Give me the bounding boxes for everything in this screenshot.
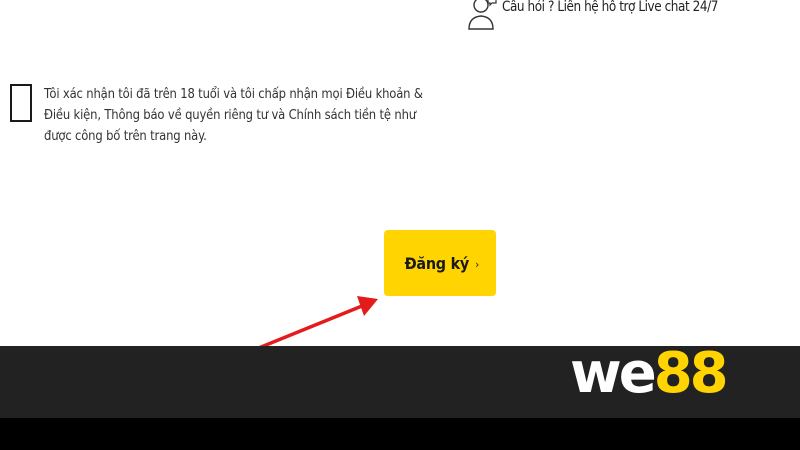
we88-logo: we88 [570,341,729,406]
terms-checkbox[interactable] [10,84,32,122]
chevron-right-icon: › [475,258,480,271]
logo-we-text: we [570,341,657,406]
register-button[interactable]: Đăng ký › [384,230,496,296]
support-link[interactable]: Câu hỏi ? Liên hệ hỗ trợ Live chat 24/7 [464,0,753,31]
register-label: Đăng ký [404,253,469,273]
terms-text: Tôi xác nhận tôi đã trên 18 tuổi và tôi … [44,86,423,144]
support-text: Câu hỏi ? Liên hệ hỗ trợ Live chat 24/7 [502,0,718,15]
page: Câu hỏi ? Liên hệ hỗ trợ Live chat 24/7 … [0,0,800,450]
support-agent-icon [468,0,497,30]
logo-88-text: 88 [653,341,729,406]
footer-bottom-bar [0,418,800,450]
